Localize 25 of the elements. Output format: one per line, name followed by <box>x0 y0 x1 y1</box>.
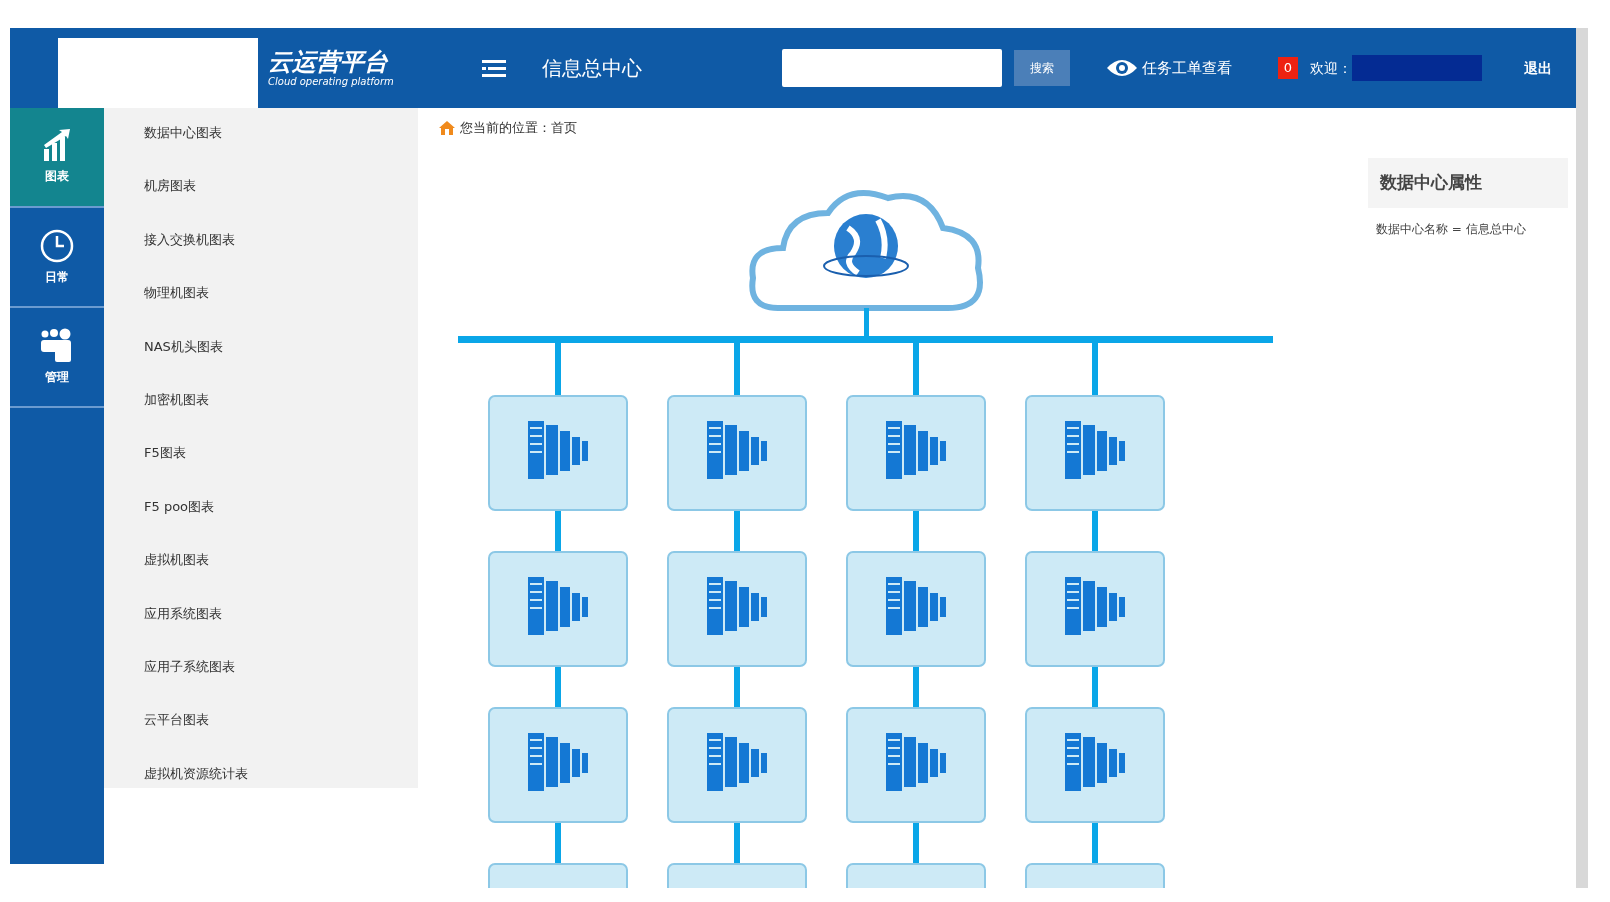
menu-item[interactable]: 接入交换机图表 <box>104 224 418 279</box>
menu-item[interactable]: 虚拟机图表 <box>104 545 418 599</box>
search-button[interactable]: 搜索 <box>1013 50 1070 86</box>
panel-title: 数据中心属性 <box>1368 158 1568 208</box>
property-text: 数据中心名称 = 信息总中心 <box>1375 220 1527 238</box>
center-name: 信息总中心 <box>541 55 642 82</box>
welcome-text: 欢迎： <box>1310 58 1353 78</box>
menu-item[interactable]: F5 poo图表 <box>104 491 418 546</box>
menu-item[interactable]: 数据中心图表 <box>104 118 418 172</box>
menu-item[interactable]: 云平台图表 <box>104 705 418 759</box>
breadcrumb-text: 您当前的位置：首页 <box>460 119 577 137</box>
menu-item[interactable]: 物理机图表 <box>104 278 418 332</box>
menu-item[interactable]: 应用系统图表 <box>104 598 418 652</box>
logo-title: 云运营平台 <box>268 49 389 76</box>
logo-subtitle: Cloud operating platform <box>268 75 394 87</box>
count-badge: 0 <box>1277 57 1299 79</box>
logout-link[interactable]: 退出 <box>1524 57 1552 79</box>
menu-item[interactable]: 应用子系统图表 <box>104 651 418 706</box>
menu-item[interactable]: 加密机图表 <box>104 384 418 439</box>
nav-tab[interactable]: 图表 <box>10 108 104 208</box>
menu-item[interactable]: 虚拟机资源统计表 <box>104 758 418 813</box>
menu-item[interactable]: NAS机头图表 <box>104 331 418 385</box>
task-link[interactable]: 任务工单查看 <box>1105 56 1232 80</box>
menu-item[interactable]: F5图表 <box>104 438 418 492</box>
menu-item[interactable]: 机房图表 <box>104 171 418 225</box>
